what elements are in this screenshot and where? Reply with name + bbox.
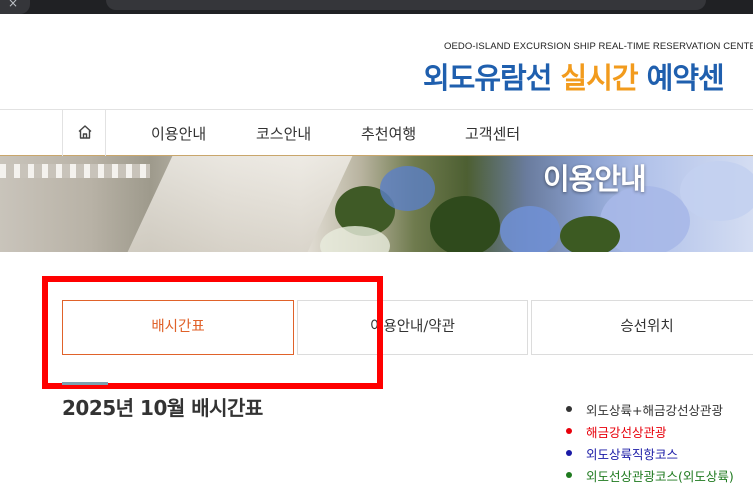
browser-tab[interactable]: ×	[0, 0, 30, 14]
site-logo[interactable]: 외도유람선 실시간 예약센	[423, 55, 725, 97]
banner-railing	[0, 164, 150, 178]
course-legend: 외도상륙+해금강선상관광 해금강선상관광 외도상륙직항코스 외도선상관광코스(외…	[566, 401, 753, 489]
logo-subtitle: OEDO-ISLAND EXCURSION SHIP REAL-TIME RES…	[444, 41, 753, 52]
address-bar[interactable]	[106, 0, 706, 10]
bullet-icon	[566, 450, 572, 456]
legend-item: 외도상륙+해금강선상관광	[566, 401, 753, 423]
banner-walkway	[127, 156, 353, 252]
home-icon	[78, 125, 92, 139]
legend-item: 외도상륙직항코스	[566, 445, 753, 467]
close-icon[interactable]: ×	[8, 0, 18, 10]
legend-item: 해금강선상관광	[566, 423, 753, 445]
tab-schedule[interactable]: 배시간표	[62, 300, 294, 355]
logo-text-part1: 외도유람선	[423, 61, 552, 95]
main-nav: 이용안내 코스안내 추천여행 고객센터	[0, 109, 753, 156]
nav-item-usage-guide[interactable]: 이용안내	[151, 123, 206, 144]
bullet-icon	[566, 472, 572, 478]
site-header: OEDO-ISLAND EXCURSION SHIP REAL-TIME RES…	[0, 14, 753, 109]
page-banner: 이용안내	[0, 156, 753, 252]
home-button[interactable]	[62, 110, 106, 156]
bullet-icon	[566, 406, 572, 412]
section-title: 2025년 10월 배시간표	[62, 396, 263, 420]
logo-text-part2: 실시간	[560, 61, 639, 95]
nav-item-recommended-trips[interactable]: 추천여행	[361, 123, 416, 144]
logo-text-part3: 예약센	[646, 61, 725, 95]
tab-usage-terms[interactable]: 이용안내/약관	[297, 300, 528, 355]
bullet-icon	[566, 428, 572, 434]
nav-item-course-guide[interactable]: 코스안내	[256, 123, 311, 144]
section-accent-bar	[62, 382, 108, 385]
banner-title: 이용안내	[543, 162, 647, 196]
nav-item-customer-center[interactable]: 고객센터	[465, 123, 520, 144]
tab-boarding-location[interactable]: 승선위치	[531, 300, 753, 355]
browser-top-bar: ×	[0, 0, 753, 14]
legend-item: 외도선상관광코스(외도상륙)	[566, 467, 753, 489]
